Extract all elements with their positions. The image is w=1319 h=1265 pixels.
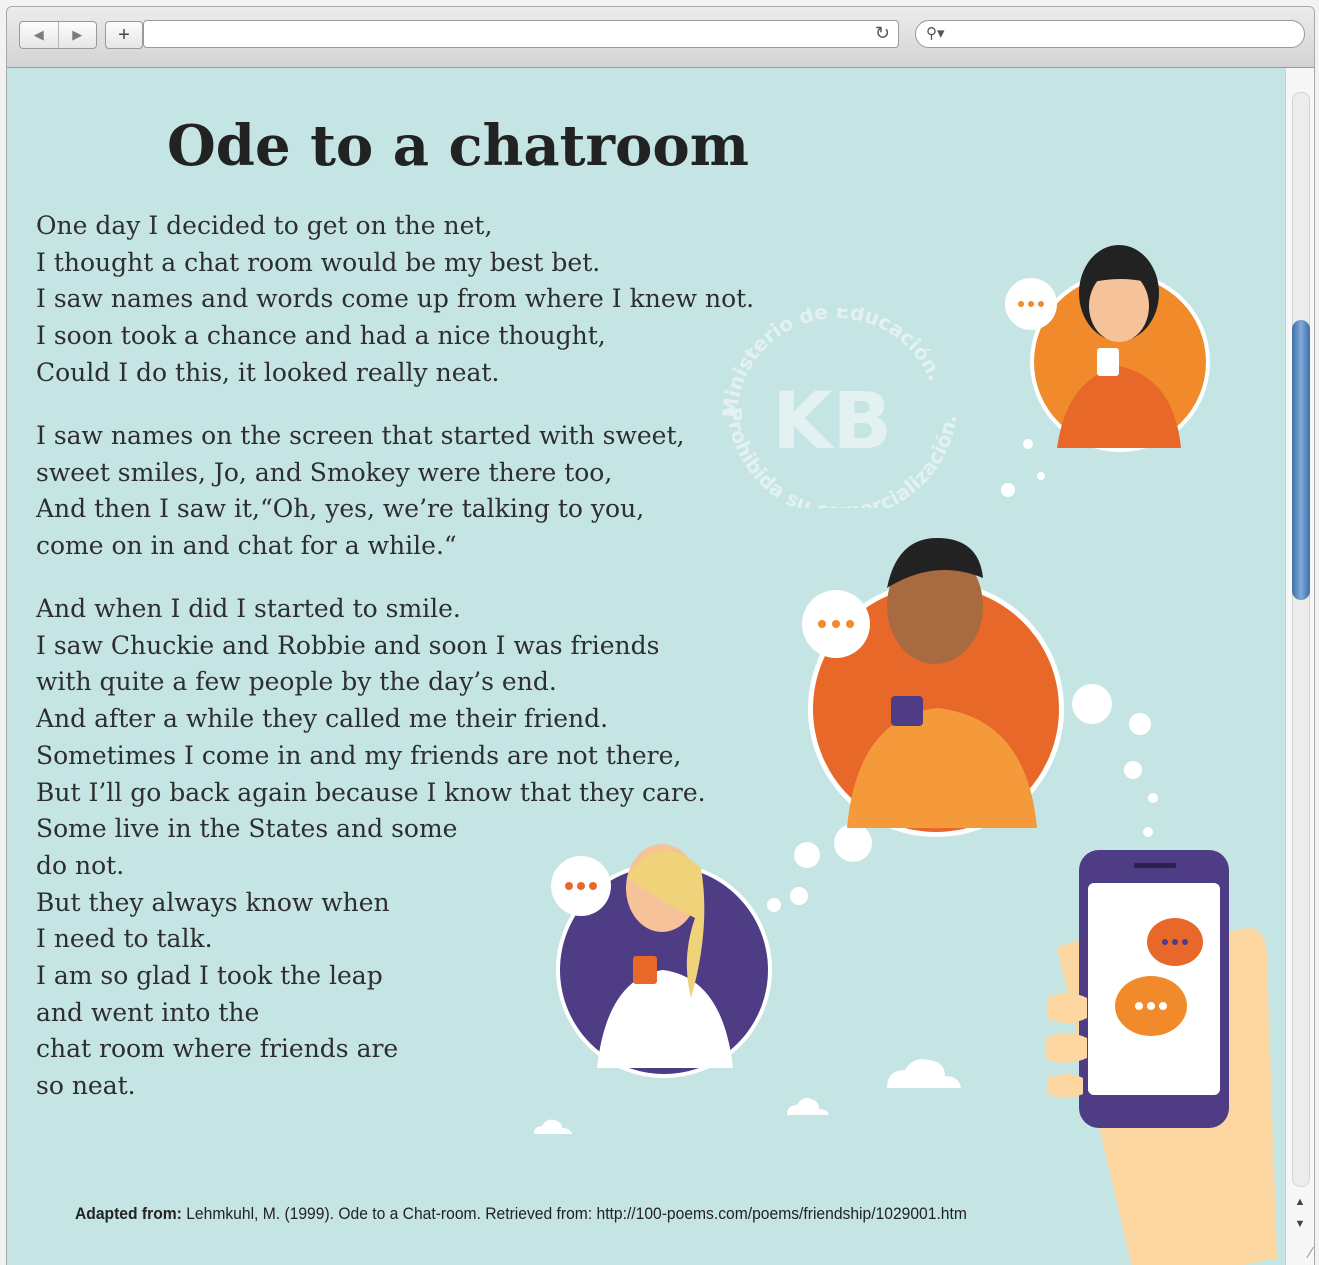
watermark-logo: KB (772, 377, 892, 467)
forward-button[interactable]: ▶ (57, 22, 97, 48)
poem-line: I saw names on the screen that started w… (36, 421, 685, 450)
poem-line: sweet smiles, Jo, and Smokey were there … (36, 457, 613, 487)
poem-line: One day I decided to get on the net, (36, 211, 493, 240)
poem-line: and went into the (36, 997, 260, 1027)
search-bar[interactable]: ⚲▾ (915, 20, 1305, 48)
nav-buttons: ◀ ▶ (19, 21, 97, 49)
vertical-scrollbar[interactable]: ▲ ▼ ∕ (1285, 68, 1314, 1265)
page-content: Ode to a chatroom One day I decided to g… (7, 68, 1286, 1265)
poem-line: I thought a chat room would be my best b… (36, 247, 601, 277)
search-icon[interactable]: ⚲▾ (926, 24, 945, 42)
middle-person-avatar (802, 538, 1064, 837)
poem-line: Could I do this, it looked really neat. (36, 357, 500, 387)
poem-line: with quite a few people by the day’s end… (36, 667, 557, 697)
address-input[interactable] (150, 22, 854, 48)
new-tab-button[interactable]: + (105, 21, 143, 49)
poem-line: I need to talk. (36, 924, 213, 954)
page-title: Ode to a chatroom (167, 113, 749, 179)
browser-toolbar: ◀ ▶ + ↻ ⚲▾ (7, 7, 1314, 68)
poem-line: do not. (36, 850, 125, 880)
poem-stanza: I saw names on the screen that started w… (36, 418, 684, 565)
reload-icon[interactable]: ↻ (875, 23, 890, 44)
poem-line: But they always know when (36, 887, 390, 917)
poem-line: And when I did I started to smile. (36, 594, 461, 623)
poem-line: I saw Chuckie and Robbie and soon I was … (36, 630, 660, 660)
poem-line: And after a while they called me their f… (36, 704, 609, 734)
address-bar[interactable]: ↻ (143, 20, 899, 48)
poem-line: And then I saw it,“Oh, yes, we’re talkin… (36, 494, 645, 524)
browser-window: ◀ ▶ + ↻ ⚲▾ Ode to a chatroom One day I d… (6, 6, 1315, 1265)
scroll-down-icon[interactable]: ▼ (1292, 1215, 1308, 1233)
poem-line: I soon took a chance and had a nice thou… (36, 321, 606, 351)
poem-line: But I’ll go back again because I know th… (36, 777, 706, 807)
back-arrow-icon: ◀ (33, 27, 44, 42)
poem-line: Sometimes I come in and my friends are n… (36, 740, 682, 770)
back-button[interactable]: ◀ (20, 22, 58, 48)
top-person-avatar (1005, 245, 1210, 452)
search-input[interactable] (952, 23, 1296, 47)
poem-line: so neat. (36, 1071, 136, 1101)
source-caption: Adapted from: Lehmkuhl, M. (1999). Ode t… (75, 1204, 967, 1224)
hand-phone (1045, 850, 1277, 1265)
scroll-thumb[interactable] (1292, 320, 1310, 600)
caption-label: Adapted from: (75, 1204, 182, 1223)
poem-stanza: And when I did I started to smile. I saw… (36, 591, 706, 1105)
resize-grip-icon[interactable]: ∕ (1309, 1245, 1312, 1263)
dots-trail (767, 439, 1158, 912)
poem-line: come on in and chat for a while.“ (36, 531, 457, 561)
poem-line: Some live in the States and some (36, 814, 458, 844)
poem-line: I am so glad I took the leap (36, 961, 383, 991)
watermark: Ministerio de Educación. KB Prohibida su… (718, 308, 962, 508)
poem-line: chat room where friends are (36, 1034, 399, 1064)
scroll-up-icon[interactable]: ▲ (1292, 1193, 1308, 1211)
poem-stanza: One day I decided to get on the net, I t… (36, 208, 754, 392)
poem-line: I saw names and words come up from where… (36, 284, 755, 314)
scroll-track[interactable] (1292, 92, 1310, 1187)
caption-text: Lehmkuhl, M. (1999). Ode to a Chat-room.… (181, 1204, 967, 1223)
forward-arrow-icon: ▶ (72, 27, 83, 42)
